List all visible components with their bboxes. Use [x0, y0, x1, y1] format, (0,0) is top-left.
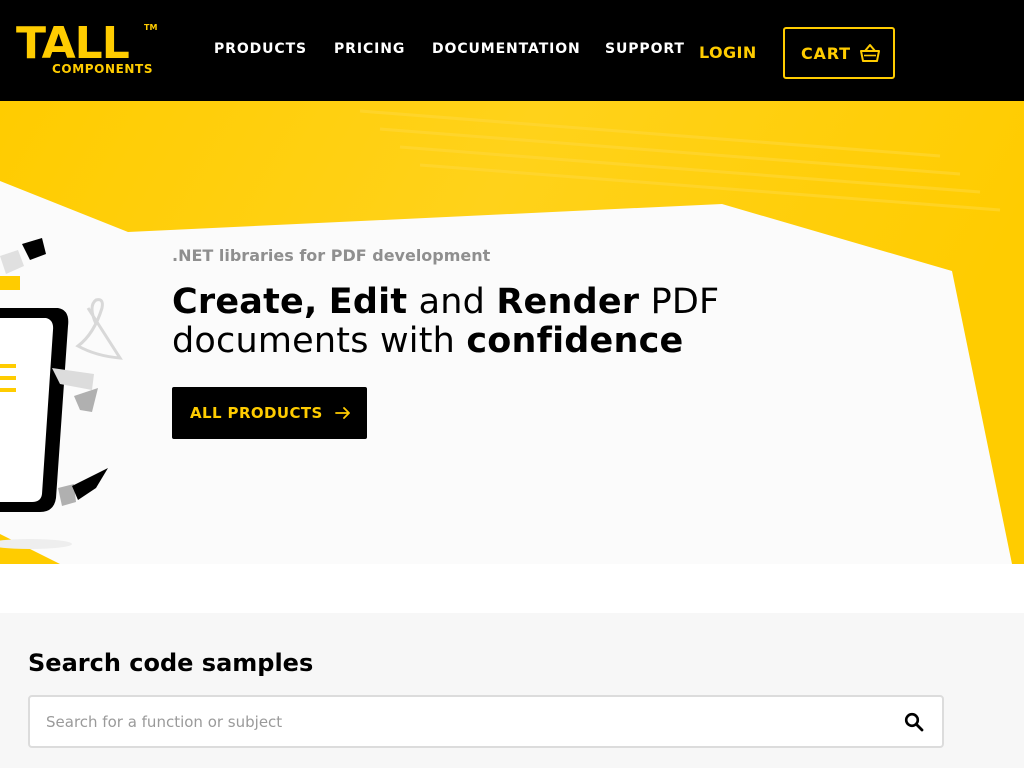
site-header: TALL TM COMPONENTS PRODUCTS PRICING DOCU…: [0, 0, 1024, 101]
login-link[interactable]: LOGIN: [699, 43, 757, 62]
search-input[interactable]: [30, 697, 890, 746]
nav-item-support[interactable]: SUPPORT: [605, 41, 685, 59]
heading-confidence: confidence: [466, 321, 684, 361]
all-products-button[interactable]: ALL PRODUCTS: [172, 387, 367, 439]
heading-and: and: [418, 282, 486, 322]
search-icon[interactable]: [904, 712, 924, 732]
search-section-title: Search code samples: [28, 649, 314, 677]
heading-render: Render: [496, 282, 640, 322]
heading-edit: Edit: [328, 282, 408, 322]
svg-text:TM: TM: [144, 23, 157, 32]
heading-create: Create,: [172, 282, 318, 322]
heading-documents-with: documents with: [172, 321, 456, 361]
basket-icon: [859, 44, 880, 62]
search-box: [28, 695, 944, 748]
cart-label: CART: [801, 43, 851, 63]
nav-item-pricing[interactable]: PRICING: [334, 41, 405, 59]
arrow-right-icon: [334, 407, 350, 419]
hero-subtitle: .NET libraries for PDF development: [172, 246, 491, 265]
logo-graphic: TALL TM COMPONENTS: [16, 20, 157, 76]
hero-banner: .NET libraries for PDF development Creat…: [0, 101, 1024, 564]
nav-item-documentation[interactable]: DOCUMENTATION: [432, 41, 581, 59]
nav-item-products[interactable]: PRODUCTS: [214, 41, 307, 59]
document-illustration: [0, 238, 123, 549]
tall-components-logo[interactable]: TALL TM COMPONENTS: [16, 20, 158, 76]
heading-pdf: PDF: [650, 282, 720, 322]
search-code-samples-section: Search code samples: [0, 613, 1024, 768]
cart-button[interactable]: CART: [783, 27, 895, 79]
hero-heading: Create, Edit and Render PDF documents wi…: [172, 283, 772, 361]
svg-text:COMPONENTS: COMPONENTS: [52, 62, 153, 76]
all-products-label: ALL PRODUCTS: [190, 404, 323, 422]
